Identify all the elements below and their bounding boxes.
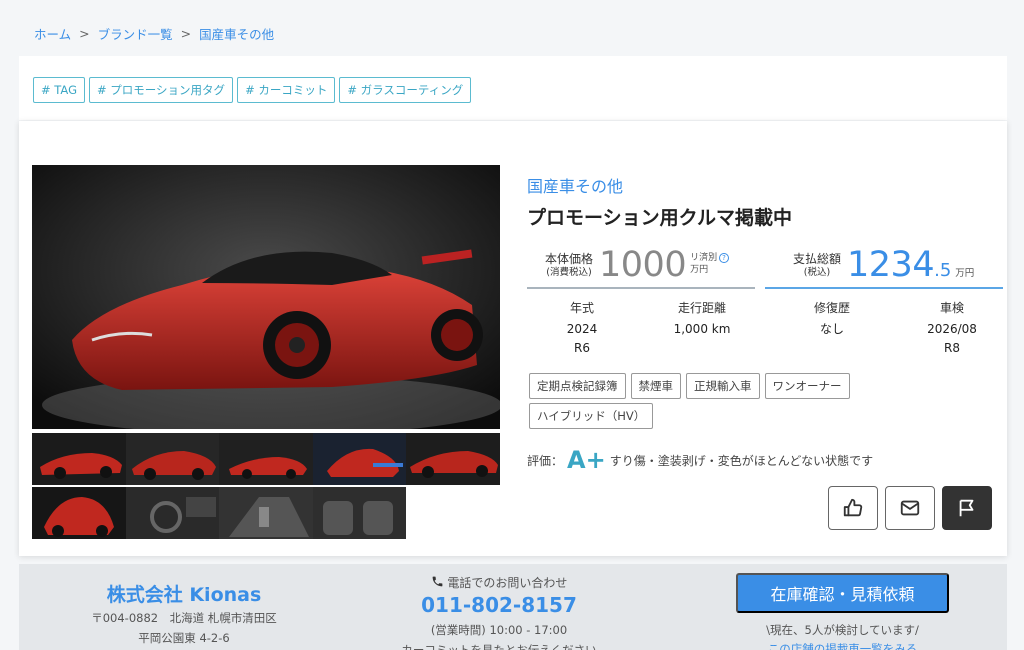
breadcrumb: ホーム > ブランド一覧 > 国産車その他: [34, 24, 274, 43]
business-hours-text: (営業時間) 10:00 - 17:00: [430, 623, 568, 637]
dealer-name[interactable]: 株式会社 Kionas: [107, 584, 262, 606]
thumbnail-image[interactable]: [125, 487, 220, 539]
spec-value-line: R6: [574, 340, 590, 355]
phone-contact: 電話でのお問い合わせ 011-802-8157 (営業時間) 10:00 - 1…: [389, 574, 609, 650]
feature-chip: 禁煙車: [630, 373, 681, 399]
thumbnail-image[interactable]: [219, 433, 313, 485]
thumbnail-image[interactable]: [125, 433, 220, 485]
phone-icon: [432, 576, 442, 587]
tag-bar: # TAG # プロモーション用タグ # カーコミット # ガラスコーティング: [19, 56, 1007, 120]
vehicle-title: プロモーション用クルマ掲載中: [527, 207, 793, 229]
tag-chip[interactable]: # TAG: [33, 77, 85, 103]
mail-icon: [900, 500, 920, 516]
tag-chip[interactable]: # プロモーション用タグ: [89, 77, 234, 103]
total-price-unit: 万円: [955, 268, 975, 279]
dealer-address-line: 平岡公園東 4-2-6: [138, 630, 230, 645]
recycle-fee-label: リ済別: [690, 253, 718, 264]
inquiry-button[interactable]: 在庫確認・見積依頼: [736, 573, 949, 613]
spec-value: 2024 R6: [527, 320, 637, 357]
dealer-info: 株式会社 Kionas 〒004-0882 北海道 札幌市清田区 平岡公園東 4…: [89, 580, 279, 648]
price-row: 本体価格 (消費税込) 1000 リ済別? 万円 支払総額 (税込) 1234 …: [527, 243, 1003, 289]
spec-value-line: 2026/08: [927, 322, 977, 336]
body-price-unit: リ済別? 万円: [690, 253, 729, 276]
spec-value: 1,000 km: [637, 320, 767, 339]
spec-mileage: 走行距離 1,000 km: [637, 299, 767, 357]
dealer-panel: 株式会社 Kionas 〒004-0882 北海道 札幌市清田区 平岡公園東 4…: [19, 564, 1007, 650]
spec-inspection: 車検 2026/08 R8: [897, 299, 1007, 357]
phone-number[interactable]: 011-802-8157: [389, 593, 609, 617]
phone-label-text: 電話でのお問い合わせ: [447, 576, 568, 590]
thumbnail-image[interactable]: [406, 433, 500, 485]
breadcrumb-separator: >: [79, 26, 90, 41]
breadcrumb-home-link[interactable]: ホーム: [34, 24, 71, 43]
thumbnail-image[interactable]: [312, 487, 407, 539]
vehicle-brand[interactable]: 国産車その他: [527, 173, 997, 197]
body-price-value: 1000: [599, 245, 687, 285]
total-price-label: 支払総額 (税込): [793, 252, 841, 278]
breadcrumb-separator: >: [180, 26, 192, 41]
spec-key: 修復歴: [813, 301, 850, 315]
rating-grade: A+: [567, 446, 606, 474]
thumbnail-image[interactable]: [32, 433, 126, 485]
viewers-note: \現在、5人が検討しています/: [766, 623, 919, 637]
spec-value: 2026/08 R8: [897, 320, 1007, 357]
rating-description: すり傷・塗装剥げ・変色がほとんどない状態です: [609, 453, 874, 468]
dealer-listings-link[interactable]: この店舗の掲載車一覧をみる: [736, 641, 949, 650]
spec-value-line: 1,000 km: [673, 322, 731, 336]
flag-icon: [959, 499, 974, 517]
phone-note: カーコミットを見たとお伝えください: [401, 642, 597, 650]
spec-key: 走行距離: [677, 301, 726, 315]
spec-value-line: R8: [944, 340, 960, 355]
condition-rating: 評価： A+ すり傷・塗装剥げ・変色がほとんどない状態です: [527, 446, 873, 474]
action-buttons: [828, 486, 992, 530]
dealer-address-line: 〒004-0882 北海道 札幌市清田区: [91, 611, 277, 625]
spec-year: 年式 2024 R6: [527, 299, 637, 357]
rating-label: 評価：: [527, 453, 564, 468]
total-price-decimal: .5: [934, 260, 952, 281]
thumbnail-image[interactable]: [219, 487, 313, 539]
feature-chip: 定期点検記録簿: [529, 373, 626, 399]
tag-chip[interactable]: # ガラスコーティング: [339, 77, 472, 103]
total-price-value: 1234: [847, 245, 935, 285]
thumbnail-image[interactable]: [32, 487, 126, 539]
spec-key: 車検: [939, 301, 964, 315]
spec-value-line: 2024: [566, 322, 598, 336]
feature-chip: ハイブリッド（HV）: [529, 403, 654, 429]
main-car-photo[interactable]: [32, 165, 500, 429]
body-price: 本体価格 (消費税込) 1000 リ済別? 万円: [527, 243, 755, 289]
total-price-label-text: 支払総額: [793, 252, 842, 267]
vehicle-info: 国産車その他 プロモーション用クルマ掲載中 本体価格 (消費税込) 1000 リ…: [527, 173, 1003, 530]
help-icon[interactable]: ?: [719, 253, 729, 264]
breadcrumb-brands-link[interactable]: ブランド一覧: [98, 24, 173, 43]
total-price-sub: (税込): [803, 266, 831, 278]
phone-label: 電話でのお問い合わせ: [389, 574, 609, 591]
body-price-label-text: 本体価格: [545, 252, 594, 267]
report-button[interactable]: [942, 486, 992, 530]
body-price-sub: (消費税込): [546, 266, 592, 278]
spec-value: なし: [767, 320, 897, 339]
spec-table: 年式 2024 R6 走行距離 1,000 km 修復歴 なし 車検 2026/…: [527, 299, 1007, 357]
feature-chip: 正規輸入車: [686, 373, 760, 399]
total-price: 支払総額 (税込) 1234 .5 万円: [765, 243, 1003, 289]
spec-repair-history: 修復歴 なし: [767, 299, 897, 357]
spec-value-line: なし: [819, 322, 844, 336]
tag-chip[interactable]: # カーコミット: [237, 77, 336, 103]
breadcrumb-current-link[interactable]: 国産車その他: [199, 24, 274, 43]
vehicle-card: 国産車その他 プロモーション用クルマ掲載中 本体価格 (消費税込) 1000 リ…: [19, 121, 1007, 556]
feature-list: 定期点検記録簿 禁煙車 正規輸入車 ワンオーナー ハイブリッド（HV）: [529, 373, 889, 429]
body-price-unit-text: 万円: [690, 265, 709, 275]
contact-mail-button[interactable]: [885, 486, 935, 530]
thumbs-up-icon: [843, 498, 863, 517]
thumbnail-gallery: [32, 433, 500, 539]
inquiry-section: 在庫確認・見積依頼 \現在、5人が検討しています/ この店舗の掲載車一覧をみる: [736, 573, 949, 650]
dealer-address: 〒004-0882 北海道 札幌市清田区 平岡公園東 4-2-6: [89, 609, 279, 648]
body-price-label: 本体価格 (消費税込): [545, 252, 593, 278]
like-button[interactable]: [828, 486, 878, 530]
feature-chip: ワンオーナー: [764, 373, 850, 399]
spec-key: 年式: [569, 301, 594, 315]
thumbnail-image[interactable]: [312, 433, 407, 485]
business-hours: (営業時間) 10:00 - 17:00 カーコミットを見たとお伝えください: [389, 621, 609, 650]
